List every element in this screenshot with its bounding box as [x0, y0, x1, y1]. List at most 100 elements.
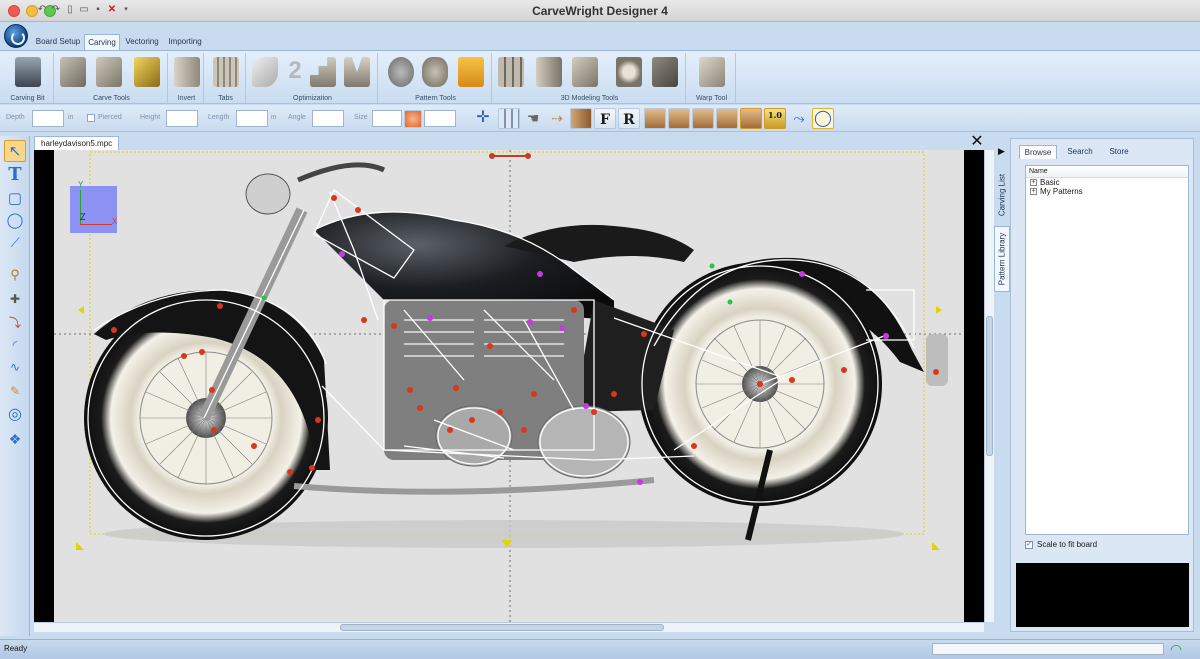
- vbit-icon[interactable]: [344, 57, 370, 87]
- group-carve-tools: Carve Tools: [56, 53, 168, 103]
- rectangle-tool-icon[interactable]: ▢: [4, 188, 26, 210]
- horizontal-scroll-thumb[interactable]: [340, 624, 664, 631]
- crosshair-icon[interactable]: ✛: [472, 108, 494, 129]
- scale-one-label: 1.0: [768, 110, 782, 120]
- ellipse-tool-icon[interactable]: ◯: [4, 210, 26, 232]
- size-value-input[interactable]: [424, 110, 456, 127]
- pierced-checkbox[interactable]: [87, 114, 95, 122]
- pattern-fill-icon[interactable]: ❖: [4, 428, 26, 450]
- depth-input[interactable]: [32, 110, 64, 127]
- book-tool-icon[interactable]: [536, 57, 562, 87]
- scale-one-icon[interactable]: 1.0: [764, 108, 786, 129]
- top-handle[interactable]: [489, 153, 531, 159]
- horizontal-scrollbar[interactable]: [34, 622, 984, 632]
- connection-icon: ◠: [1170, 641, 1183, 657]
- tab-carving-list[interactable]: Carving List: [994, 166, 1010, 224]
- pattern-folder-icon[interactable]: [458, 57, 484, 87]
- font-bold-label: F: [600, 112, 610, 128]
- tab-pattern-library[interactable]: Pattern Library: [994, 226, 1010, 292]
- ring-tool-icon[interactable]: [616, 57, 642, 87]
- wood-texture-icon[interactable]: [570, 108, 592, 129]
- carve-texture-icon[interactable]: [134, 57, 160, 87]
- board-align-bottom-icon[interactable]: [740, 108, 762, 129]
- height-input[interactable]: [166, 110, 198, 127]
- pattern-head-icon[interactable]: [388, 57, 414, 87]
- design-canvas[interactable]: Y Z X: [34, 150, 984, 622]
- board-align-top-icon[interactable]: [716, 108, 738, 129]
- number-two-icon[interactable]: 2: [282, 57, 308, 87]
- tab-importing[interactable]: Importing: [164, 34, 206, 50]
- handlebar: [297, 162, 386, 183]
- length-input[interactable]: [236, 110, 268, 127]
- document-tab[interactable]: harleydavison5.mpc: [34, 136, 120, 151]
- text-tool-icon[interactable]: T: [4, 164, 26, 186]
- tree-item-my-patterns[interactable]: + My Patterns: [1026, 187, 1188, 196]
- carving-bit-icon[interactable]: [15, 57, 41, 87]
- tab-store[interactable]: Store: [1103, 145, 1135, 159]
- scale-to-fit-checkbox[interactable]: ✓: [1025, 541, 1033, 549]
- grid-snap-icon[interactable]: [498, 108, 520, 129]
- pattern-tree[interactable]: Name + Basic + My Patterns: [1025, 165, 1189, 535]
- pencil-tool-icon[interactable]: ✎: [4, 380, 26, 402]
- sweep-tool-icon[interactable]: [572, 57, 598, 87]
- select-arrow-icon[interactable]: ↖: [4, 140, 26, 162]
- tree-item-label: My Patterns: [1040, 187, 1083, 196]
- angle-input[interactable]: [312, 110, 344, 127]
- scale-to-fit-label: Scale to fit board: [1037, 540, 1098, 549]
- pattern-preview: [1016, 563, 1189, 627]
- carve-outline-icon[interactable]: [96, 57, 122, 87]
- feather-icon[interactable]: [252, 57, 278, 87]
- tab-board-setup[interactable]: Board Setup: [34, 34, 82, 50]
- progress-bar: [932, 643, 1164, 655]
- tab-carving[interactable]: Carving: [84, 34, 120, 50]
- app-menu-button[interactable]: [4, 24, 28, 48]
- size-input[interactable]: [372, 110, 402, 127]
- path-arrow-icon[interactable]: ⇢: [546, 108, 568, 129]
- curve-tool-icon[interactable]: ⤵: [4, 312, 26, 334]
- carve-region-icon[interactable]: [60, 57, 86, 87]
- scale-to-fit-row[interactable]: ✓ Scale to fit board: [1025, 539, 1097, 551]
- length-unit: in: [271, 114, 277, 121]
- bit-tool-icon[interactable]: ⚲: [4, 264, 26, 286]
- tree-item-basic[interactable]: + Basic: [1026, 178, 1188, 187]
- bezier-icon[interactable]: ⤳: [788, 108, 810, 129]
- panel-collapse-icon[interactable]: ▶: [998, 146, 1005, 157]
- expand-icon[interactable]: +: [1030, 188, 1037, 195]
- expand-icon[interactable]: +: [1030, 179, 1037, 186]
- y-axis-label: Y: [78, 180, 84, 189]
- warp-tool-icon[interactable]: [699, 57, 725, 87]
- tab-vectoring[interactable]: Vectoring: [122, 34, 162, 50]
- spline-tool-icon[interactable]: ∿: [4, 356, 26, 378]
- tab-search[interactable]: Search: [1061, 145, 1099, 159]
- offset-tool-icon[interactable]: ◎: [4, 404, 26, 426]
- tab-browse[interactable]: Browse: [1019, 145, 1057, 159]
- hand-icon[interactable]: ☚: [522, 108, 544, 129]
- group-3d-modeling-tools: 3D Modeling Tools: [494, 53, 686, 103]
- board-align-center-icon[interactable]: [668, 108, 690, 129]
- color-picker-icon[interactable]: [404, 110, 422, 128]
- add-node-icon[interactable]: ✚: [4, 288, 26, 310]
- vertical-scroll-thumb[interactable]: [986, 316, 993, 456]
- arc-tool-icon[interactable]: ◜: [4, 334, 26, 356]
- board-align-right-icon[interactable]: [692, 108, 714, 129]
- plane-tool-icon[interactable]: [652, 57, 678, 87]
- grid-tool-icon[interactable]: [498, 57, 524, 87]
- invert-icon[interactable]: [174, 57, 200, 87]
- font-regular-icon[interactable]: R: [618, 108, 640, 129]
- board[interactable]: Y Z X: [54, 150, 964, 622]
- circle-snap-icon[interactable]: ◯: [812, 108, 834, 129]
- tabs-icon[interactable]: [213, 57, 239, 87]
- x-axis-label: X: [112, 217, 118, 226]
- vertical-scrollbar[interactable]: [984, 150, 994, 622]
- close-document-icon[interactable]: ✕: [970, 134, 984, 150]
- stair-icon[interactable]: [310, 57, 336, 87]
- polyline-tool-icon[interactable]: ⟋: [4, 232, 26, 254]
- font-bold-icon[interactable]: F: [594, 108, 616, 129]
- depth-unit: in: [68, 114, 74, 121]
- left-toolbar: ↖ T ▢ ◯ ⟋ ⚲ ✚ ⤵ ◜ ∿ ✎ ◎ ❖: [0, 136, 30, 636]
- pattern-figure-icon[interactable]: [422, 57, 448, 87]
- size-label: Size: [354, 114, 368, 121]
- board-align-left-icon[interactable]: [644, 108, 666, 129]
- tree-item-label: Basic: [1040, 178, 1060, 187]
- group-invert: Invert: [170, 53, 204, 103]
